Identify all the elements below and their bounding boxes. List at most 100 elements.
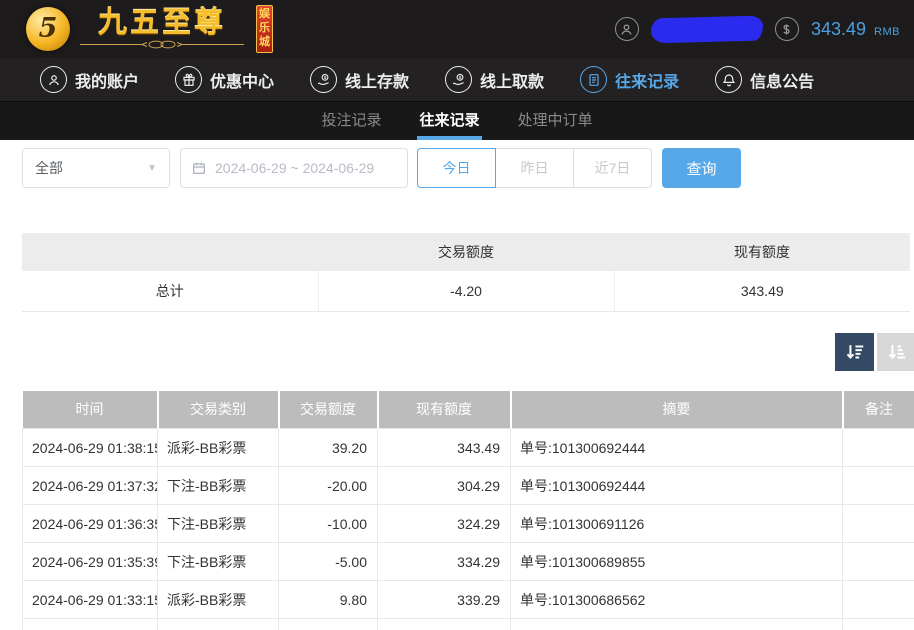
redacted-username [650,15,764,43]
gift-icon [175,66,203,93]
col-summary: 摘要 [510,390,844,429]
sub-nav: 投注记录 往来记录 处理中订单 [0,101,914,140]
logo-number: 5 [38,12,58,44]
search-button[interactable]: 查询 [662,148,741,188]
user-avatar-icon[interactable] [614,17,639,41]
transactions-header-row: 时间 交易类别 交易额度 现有额度 摘要 备注 [22,390,914,429]
table-row: 2024-06-29 01:36:35 下注-BB彩票 -10.00 324.2… [22,504,914,543]
records-icon [580,66,608,93]
summary-header-empty [22,233,318,271]
tab-transaction-records[interactable]: 往来记录 [417,102,482,140]
balance-amount: 343.49 [810,18,867,39]
chevron-down-icon: ▼ [147,162,157,174]
summary-total-row: 总计 -4.20 343.49 [22,271,910,312]
type-select[interactable]: 全部 ▼ [22,148,170,188]
col-type: 交易类别 [157,390,280,429]
cell-amount: 9.80 [278,580,378,619]
table-row: 2024-06-29 01:38:15 派彩-BB彩票 39.20 343.49… [22,428,914,467]
cell-balance: 339.29 [377,580,511,619]
topbar: 5 九五至尊 娱乐城 343.49 RMB [0,0,914,58]
dollar-icon [774,17,799,41]
nav-item-deposit[interactable]: $ 线上存款 [310,66,409,93]
brand-text: 九五至尊 [78,7,246,50]
table-row: 2024-06-29 01:37:32 下注-BB彩票 -20.00 304.2… [22,466,914,505]
cell-amount: -10.00 [278,504,378,543]
cell-time [22,618,158,630]
nav-item-my-account[interactable]: 我的账户 [40,66,139,93]
tab-betting-records[interactable]: 投注记录 [319,102,383,140]
yesterday-button[interactable]: 昨日 [495,148,574,188]
cell-note [842,428,914,467]
cell-time: 2024-06-29 01:36:35 [22,504,158,543]
nav-label: 我的账户 [75,73,140,91]
type-select-value: 全部 [35,160,63,176]
brand-logo[interactable]: 5 九五至尊 娱乐城 [26,5,273,53]
cell-type [157,618,279,630]
cell-note [842,580,914,619]
today-button[interactable]: 今日 [417,148,496,188]
nav-label: 优惠中心 [210,73,275,91]
summary-table: 交易额度 现有额度 总计 -4.20 343.49 [22,233,910,312]
cell-balance: 324.29 [377,504,511,543]
cell-summary: 单号:101300691126 [510,504,843,543]
quick-date-group: 今日 昨日 近7日 [417,148,652,188]
cell-type: 下注-BB彩票 [157,504,279,543]
cell-note [842,542,914,581]
transactions-body: 2024-06-29 01:38:15 派彩-BB彩票 39.20 343.49… [22,428,914,630]
cell-amount: -20.00 [278,466,378,505]
svg-text:$: $ [323,74,326,79]
summary-header-balance: 现有额度 [614,233,910,271]
nav-label: 往来记录 [615,73,680,91]
summary-trade-total: -4.20 [318,271,615,312]
sort-controls [0,332,914,371]
cell-amount [278,618,378,630]
col-amount: 交易额度 [278,390,379,429]
summary-balance-total: 343.49 [614,271,910,312]
sort-descending-button[interactable] [835,332,874,371]
transactions-table: 时间 交易类别 交易额度 现有额度 摘要 备注 2024-06-29 01:38… [22,390,914,630]
withdraw-icon: $ [445,66,473,93]
date-range-input[interactable]: 2024-06-29 ~ 2024-06-29 [180,148,408,188]
nav-item-withdraw[interactable]: $ 线上取款 [445,66,544,93]
cell-summary [510,618,843,630]
cell-time: 2024-06-29 01:35:39 [22,542,158,581]
nav-item-promotions[interactable]: 优惠中心 [175,66,274,93]
filter-bar: 全部 ▼ 2024-06-29 ~ 2024-06-29 今日 昨日 近7日 查… [22,148,914,188]
table-row [22,618,914,630]
sort-ascending-button[interactable] [877,332,914,371]
cell-time: 2024-06-29 01:38:15 [22,428,158,467]
sort-descending-icon [846,344,863,359]
main-nav: 我的账户 优惠中心 $ 线上存款 $ 线上取款 往来记录 信息公告 [0,58,914,101]
tab-pending-orders[interactable]: 处理中订单 [516,102,595,140]
nav-label: 线上取款 [480,73,545,91]
table-row: 2024-06-29 01:33:15 派彩-BB彩票 9.80 339.29 … [22,580,914,619]
user-icon [40,66,67,93]
table-row: 2024-06-29 01:35:39 下注-BB彩票 -5.00 334.29… [22,542,914,581]
balance-currency: RMB [874,25,900,38]
deposit-icon: $ [310,66,338,93]
summary-header-trade: 交易额度 [318,233,614,271]
calendar-icon [193,162,205,174]
date-range-value: 2024-06-29 ~ 2024-06-29 [215,160,375,176]
cell-note [842,504,914,543]
nav-item-announcements[interactable]: 信息公告 [715,66,814,93]
cell-time: 2024-06-29 01:33:15 [22,580,158,619]
cell-note [842,466,914,505]
account-area: 343.49 RMB [614,15,900,43]
cell-type: 派彩-BB彩票 [157,428,279,467]
cell-balance: 334.29 [377,542,511,581]
cell-type: 派彩-BB彩票 [157,580,279,619]
cell-summary: 单号:101300692444 [510,466,843,505]
cell-amount: 39.20 [278,428,378,467]
col-time: 时间 [22,390,159,429]
summary-total-label: 总计 [22,271,319,312]
cell-summary: 单号:101300686562 [510,580,843,619]
brand-logo-icon: 5 [26,7,70,51]
col-balance: 现有额度 [377,390,512,429]
brand-flourish-ornament [80,40,244,49]
cell-amount: -5.00 [278,542,378,581]
cell-balance: 343.49 [377,428,511,467]
last7days-button[interactable]: 近7日 [573,148,652,188]
nav-item-transactions[interactable]: 往来记录 [580,66,679,93]
cell-time: 2024-06-29 01:37:32 [22,466,158,505]
